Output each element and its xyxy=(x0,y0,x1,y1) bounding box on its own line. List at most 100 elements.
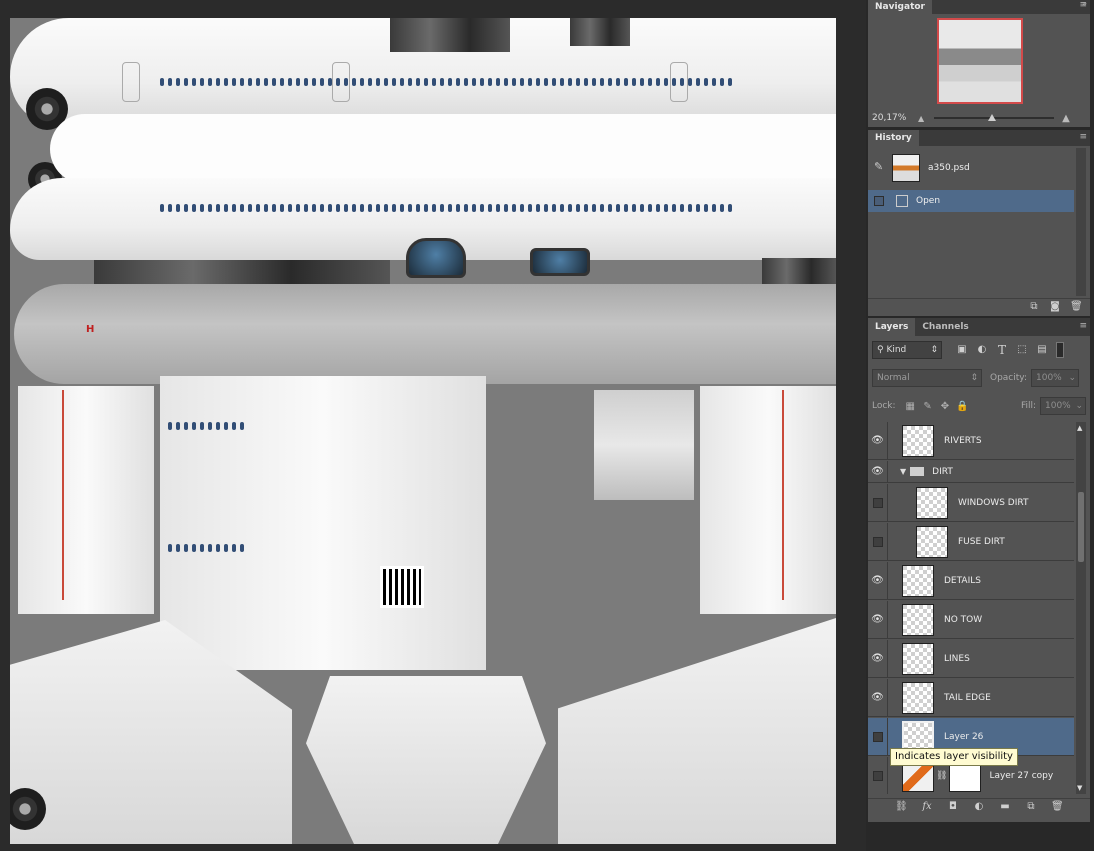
layer-row[interactable]: 👁 DETAILS xyxy=(868,561,1074,600)
blend-mode-select[interactable]: Normal ⇕ xyxy=(872,369,982,387)
chevron-down-icon[interactable]: ⌄ xyxy=(1068,370,1076,386)
fairings xyxy=(594,390,694,500)
filter-kind-select[interactable]: ⚲ Kind ⇕ xyxy=(872,341,942,359)
layer-row[interactable]: 👁 LINES xyxy=(868,639,1074,678)
filter-toggle[interactable] xyxy=(1056,342,1064,358)
eye-icon[interactable]: 👁 xyxy=(868,639,888,678)
opacity-value: 100% xyxy=(1036,373,1062,383)
layer-row[interactable]: FUSE DIRT xyxy=(868,522,1074,561)
layer-name: RIVERTS xyxy=(944,435,982,446)
layer-name: Layer 26 xyxy=(944,731,984,742)
trash-icon[interactable]: 🗑 xyxy=(1051,801,1064,812)
chevron-down-icon[interactable]: ▼ xyxy=(900,467,906,476)
layers-controls: ⚲ Kind ⇕ ▣ ◐ T ⬚ ▤ Normal ⇕ Opacity: 100… xyxy=(868,0,1090,851)
pixel-filter-icon[interactable]: ▣ xyxy=(954,342,970,358)
new-group-icon[interactable]: ▬ xyxy=(999,801,1011,812)
link-icon: ⛓ xyxy=(936,770,948,781)
eye-icon[interactable]: 👁 xyxy=(868,561,888,600)
layer-name: FUSE DIRT xyxy=(958,536,1005,547)
layer-name: DETAILS xyxy=(944,575,981,586)
layer-row[interactable]: WINDOWS DIRT xyxy=(868,483,1074,522)
door xyxy=(332,62,350,102)
layers-toolbar: ⛓ fx ◘ ◐ ▬ ⧉ 🗑 xyxy=(868,798,1090,814)
eye-icon[interactable]: 👁 xyxy=(868,422,888,460)
layer-row[interactable]: 👁 TAIL EDGE xyxy=(868,678,1074,717)
folder-icon xyxy=(910,467,925,476)
lock-position-icon[interactable]: ✥ xyxy=(938,401,951,412)
fill-field[interactable]: 100% ⌄ xyxy=(1040,397,1087,415)
layers-scroll-thumb[interactable] xyxy=(1078,492,1084,562)
visibility-box[interactable] xyxy=(868,522,888,561)
window-row xyxy=(168,544,244,552)
eye-icon[interactable]: 👁 xyxy=(868,460,888,483)
wing-panel-right xyxy=(700,386,836,614)
lock-label: Lock: xyxy=(872,401,896,411)
layer-thumbnail xyxy=(902,564,934,597)
opacity-field[interactable]: 100% ⌄ xyxy=(1031,369,1079,387)
wing-lower-right xyxy=(558,618,836,844)
detail-strip xyxy=(390,18,510,52)
visibility-box[interactable] xyxy=(868,756,888,794)
door xyxy=(670,62,688,102)
scroll-down-icon[interactable]: ▼ xyxy=(1077,784,1082,792)
visibility-box[interactable] xyxy=(868,717,888,756)
wing-lower-center xyxy=(306,676,546,844)
layer-row[interactable]: 👁 RIVERTS xyxy=(868,422,1074,460)
window-row xyxy=(160,78,732,86)
adjustment-filter-icon[interactable]: ◐ xyxy=(974,342,990,358)
detail-strip xyxy=(570,18,630,46)
layer-thumbnail xyxy=(916,525,948,558)
type-filter-icon[interactable]: T xyxy=(994,342,1010,358)
eye-icon[interactable]: 👁 xyxy=(868,678,888,717)
window-row xyxy=(168,422,244,430)
layers-scrollbar[interactable]: ▲ ▼ xyxy=(1076,422,1086,794)
chevron-updown-icon: ⇕ xyxy=(930,345,938,355)
visibility-box-square xyxy=(872,731,883,742)
nacelle-panel xyxy=(160,376,486,670)
shape-filter-icon[interactable]: ⬚ xyxy=(1014,342,1030,358)
add-mask-icon[interactable]: ◘ xyxy=(947,801,959,812)
chevron-down-icon[interactable]: ⌄ xyxy=(1075,398,1083,414)
smart-object-filter-icon[interactable]: ▤ xyxy=(1034,342,1050,358)
window-row xyxy=(160,204,732,212)
visibility-box[interactable] xyxy=(868,483,888,522)
visibility-tooltip: Indicates layer visibility xyxy=(890,748,1018,766)
layer-name: Layer 27 copy xyxy=(989,770,1054,781)
chevron-updown-icon: ⇕ xyxy=(970,373,978,383)
canvas-area[interactable]: H xyxy=(0,0,866,851)
blend-mode-label: Normal xyxy=(877,373,910,383)
filter-row: ⚲ Kind ⇕ ▣ ◐ T ⬚ ▤ xyxy=(872,340,1086,360)
lock-paint-icon[interactable]: ✎ xyxy=(921,401,934,412)
new-layer-icon[interactable]: ⧉ xyxy=(1025,801,1037,812)
layer-group-row[interactable]: 👁 ▼ DIRT xyxy=(868,460,1074,483)
fill-value: 100% xyxy=(1045,401,1071,411)
adjustment-layer-icon[interactable]: ◐ xyxy=(973,801,985,812)
texture-document[interactable]: H xyxy=(10,18,836,844)
fill-label: Fill: xyxy=(1020,401,1036,411)
layer-name: WINDOWS DIRT xyxy=(958,497,1029,508)
red-line xyxy=(62,390,64,600)
link-layers-icon[interactable]: ⛓ xyxy=(895,801,908,812)
belly-fuselage xyxy=(14,284,836,384)
visibility-box-square xyxy=(872,536,883,547)
layer-list[interactable]: 👁 RIVERTS 👁 ▼ DIRT WINDOWS DIRT FUSE DIR… xyxy=(868,422,1074,794)
layer-row[interactable]: 👁 NO TOW xyxy=(868,600,1074,639)
scroll-up-icon[interactable]: ▲ xyxy=(1077,424,1082,432)
layer-thumbnail xyxy=(916,486,948,519)
fx-icon[interactable]: fx xyxy=(921,801,933,812)
layer-thumbnail xyxy=(902,603,934,636)
door xyxy=(122,62,140,102)
group-name: DIRT xyxy=(932,466,953,477)
detail-strip xyxy=(94,260,390,286)
eye-icon[interactable]: 👁 xyxy=(868,600,888,639)
layer-thumbnail xyxy=(902,681,934,714)
layer-name: TAIL EDGE xyxy=(944,692,991,703)
layer-name: NO TOW xyxy=(944,614,983,625)
lock-row: Lock: ▦ ✎ ✥ 🔒 Fill: 100% ⌄ xyxy=(872,396,1087,416)
lock-transparency-icon[interactable]: ▦ xyxy=(904,401,917,412)
blend-row: Normal ⇕ Opacity: 100% ⌄ xyxy=(872,368,1086,388)
layer-name: LINES xyxy=(944,653,970,664)
lock-all-icon[interactable]: 🔒 xyxy=(956,401,969,412)
photoshop-window: H Navigator » ≡ 20,17% ▲ ▲ History ≡ ✎ a… xyxy=(0,0,1094,851)
cockpit-window xyxy=(406,238,466,278)
